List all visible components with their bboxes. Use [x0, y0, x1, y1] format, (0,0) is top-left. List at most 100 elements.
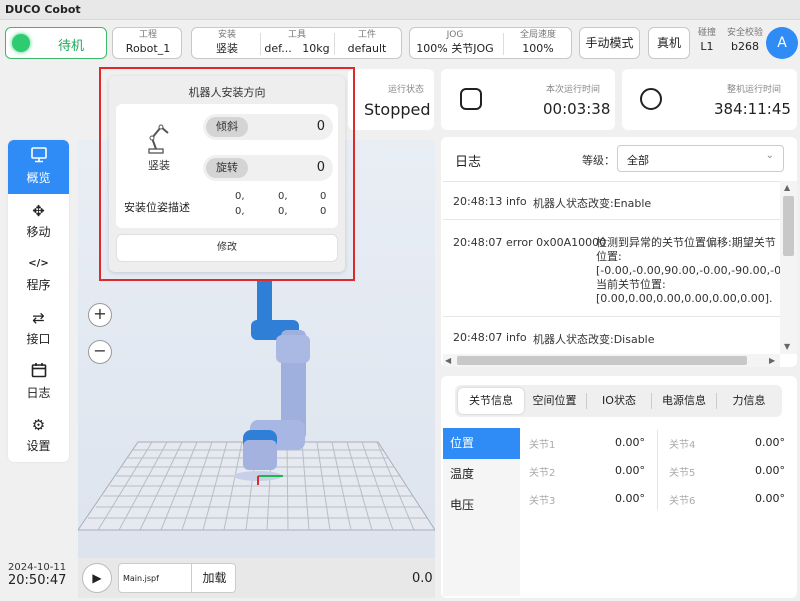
log-level-value: 全部: [627, 154, 649, 167]
joint-label: 关节4: [669, 440, 696, 451]
zoom-in-button[interactable]: +: [88, 303, 112, 327]
scrollbar-thumb[interactable]: [783, 196, 794, 256]
sidebar: 概览 ✥ 移动 </> 程序 ⇄ 接口 日志 ⚙ 设置: [8, 140, 69, 462]
divider: [651, 393, 652, 409]
project-button[interactable]: 工程 Robot_1: [112, 27, 182, 59]
jog-speed-button[interactable]: JOG 100% 关节JOG 全局速度 100%: [409, 27, 572, 59]
robot-status-button[interactable]: 待机: [5, 27, 107, 59]
gear-icon: ⚙: [31, 416, 46, 435]
real-machine-button[interactable]: 真机: [648, 27, 690, 59]
sidebar-item-interface[interactable]: ⇄ 接口: [8, 301, 69, 355]
log-level: info: [506, 331, 527, 344]
log-entry[interactable]: 20:48:13 info 机器人状态改变:Enable: [443, 182, 780, 220]
subnav-voltage[interactable]: 电压: [443, 490, 520, 521]
joint-value: 0.00°: [755, 492, 785, 505]
divider: [586, 393, 587, 409]
joint-value: 0.00°: [615, 492, 645, 505]
move-icon: ✥: [32, 201, 45, 220]
play-button[interactable]: ▶: [82, 563, 112, 593]
log-entry[interactable]: 20:48:07 info 机器人状态改变:Disable: [443, 318, 780, 354]
total-time-value: 384:11:45: [714, 100, 791, 118]
status-indicator-icon: [12, 34, 30, 52]
app-title: DUCO Cobot: [5, 3, 81, 16]
scroll-up-icon[interactable]: ▲: [784, 183, 790, 192]
log-message: 检测到异常的关节位置偏移:期望关节位置: [-0.00,-0.00,90.00,…: [596, 236, 780, 305]
log-level-label: 等级：: [582, 154, 615, 167]
program-file-selector[interactable]: Main.jspf 加载: [118, 563, 236, 593]
manual-mode-button[interactable]: 手动模式: [579, 27, 640, 59]
speed-value: 100%: [522, 42, 554, 55]
log-level-select[interactable]: 全部 ⌄: [617, 145, 784, 172]
log-entry[interactable]: 20:48:07 error 0x00A10000 检测到异常的关节位置偏移:期…: [443, 221, 780, 317]
install-label: 安装: [217, 30, 236, 40]
project-label: 工程: [138, 30, 157, 40]
run-time-label: 本次运行时间: [546, 85, 601, 95]
tab-space-position[interactable]: 空间位置: [527, 388, 582, 414]
install-value: 竖装: [216, 42, 238, 55]
sidebar-item-label: 程序: [26, 278, 51, 293]
playback-time: 0.0: [412, 571, 433, 586]
sidebar-item-label: 设置: [26, 439, 51, 454]
clock-icon: [640, 88, 662, 110]
log-vertical-scrollbar[interactable]: ▲ ▼: [780, 181, 797, 354]
time-text: 20:50:47: [8, 573, 67, 588]
scroll-down-icon[interactable]: ▼: [784, 342, 790, 351]
chevron-down-icon: ⌄: [765, 150, 774, 161]
jog-label: JOG: [446, 30, 464, 40]
avatar[interactable]: A: [766, 27, 798, 59]
load-button[interactable]: 加载: [191, 564, 237, 592]
log-horizontal-scrollbar[interactable]: ◀ ▶: [443, 354, 780, 367]
sidebar-item-program[interactable]: </> 程序: [8, 247, 69, 301]
speed-label: 全局速度: [519, 30, 556, 40]
log-message: 机器人状态改变:Disable: [533, 333, 655, 346]
log-time: 20:48:13: [453, 195, 503, 208]
run-state-value: Stopped: [364, 100, 431, 119]
program-file-name: Main.jspf: [123, 574, 159, 583]
install-tool-workpiece-button[interactable]: 安装 竖装 工具 def... 10kg 工件 default: [191, 27, 402, 59]
joint-value: 0.00°: [755, 464, 785, 477]
run-time-value: 00:03:38: [543, 100, 611, 118]
workpiece-label: 工件: [357, 30, 376, 40]
zoom-out-button[interactable]: −: [88, 340, 112, 364]
log-time: 20:48:07: [453, 331, 503, 344]
sidebar-item-overview[interactable]: 概览: [8, 140, 69, 194]
divider: [260, 33, 261, 55]
tool-label: 工具: [287, 30, 306, 40]
scrollbar-thumb[interactable]: [457, 356, 747, 365]
joint-label: 关节5: [669, 468, 696, 479]
header: 待机 工程 Robot_1 安装 竖装 工具 def... 10kg 工件 de…: [0, 20, 800, 66]
highlight-frame: [99, 67, 355, 281]
sidebar-item-log[interactable]: 日志: [8, 355, 69, 409]
watch-icon: [460, 88, 482, 110]
joint-value: 0.00°: [615, 464, 645, 477]
log-list[interactable]: 20:48:13 info 机器人状态改变:Enable 20:48:07 er…: [443, 181, 780, 354]
tab-power-info[interactable]: 电源信息: [655, 388, 713, 414]
subnav-temperature[interactable]: 温度: [443, 459, 520, 490]
sidebar-item-move[interactable]: ✥ 移动: [8, 194, 69, 248]
joint-label: 关节3: [529, 496, 556, 507]
scroll-left-icon[interactable]: ◀: [445, 356, 451, 365]
subnav-position[interactable]: 位置: [443, 428, 520, 459]
tab-joint-info[interactable]: 关节信息: [458, 388, 524, 414]
collision-level[interactable]: 碰撞 L1: [694, 28, 720, 54]
robot-status-text: 待机: [58, 39, 85, 54]
joint-value: 0.00°: [615, 436, 645, 449]
log-level: info: [506, 195, 527, 208]
tab-io-status[interactable]: IO状态: [590, 388, 648, 414]
date-text: 2024-10-11: [8, 562, 67, 573]
collision-value: L1: [700, 40, 714, 53]
safety-checksum[interactable]: 安全校验 b268: [722, 28, 768, 54]
joint-label: 关节6: [669, 496, 696, 507]
sidebar-item-label: 概览: [26, 171, 51, 185]
title-bar: DUCO Cobot: [0, 0, 800, 20]
sidebar-item-label: 接口: [26, 332, 51, 347]
scroll-right-icon[interactable]: ▶: [769, 356, 775, 365]
collision-label: 碰撞: [697, 28, 716, 38]
code-icon: </>: [28, 258, 49, 270]
sidebar-item-settings[interactable]: ⚙ 设置: [8, 408, 69, 462]
divider: [716, 393, 717, 409]
datetime: 2024-10-11 20:50:47: [8, 562, 66, 588]
sidebar-item-label: 移动: [26, 224, 51, 239]
joint-label: 关节2: [529, 468, 556, 479]
tab-force-info[interactable]: 力信息: [720, 388, 778, 414]
